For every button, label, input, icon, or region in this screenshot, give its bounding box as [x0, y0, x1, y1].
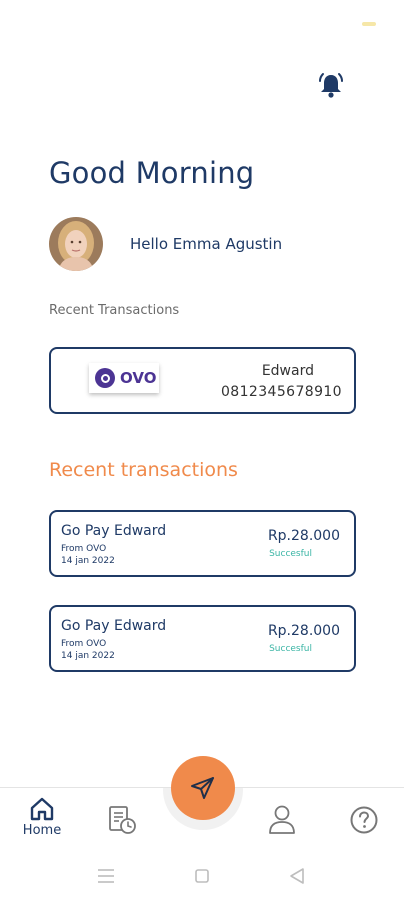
recent-transactions-title: Recent transactions [49, 459, 238, 481]
transaction-amount: Rp.28.000 [267, 623, 340, 639]
nav-help[interactable] [349, 805, 379, 839]
transaction-status: Succesful [269, 549, 312, 559]
recents-icon[interactable] [195, 869, 209, 883]
home-icon [30, 797, 54, 821]
back-icon[interactable] [290, 868, 304, 884]
transaction-amount: Rp.28.000 [267, 528, 340, 544]
send-icon [191, 777, 214, 799]
ovo-logo: OVO [89, 363, 159, 393]
nav-history[interactable] [106, 804, 138, 840]
transaction-card[interactable]: Go Pay Edward From OVO 14 jan 2022 Rp.28… [49, 605, 356, 672]
status-indicator [362, 22, 376, 26]
receipt-clock-icon [109, 806, 136, 834]
help-icon [350, 806, 378, 834]
recent-transactions-label: Recent Transactions [49, 303, 180, 318]
greeting-title: Good Morning [49, 156, 255, 190]
menu-icon[interactable] [98, 869, 114, 883]
transaction-status: Succesful [269, 644, 312, 654]
user-greeting: Hello Emma Agustin [130, 235, 283, 253]
recent-wallet-card[interactable]: OVO Edward 0812345678910 [49, 347, 356, 414]
ovo-logo-text: OVO [120, 369, 157, 387]
nav-profile[interactable] [267, 803, 297, 839]
recipient-phone: 0812345678910 [221, 384, 342, 400]
transaction-title: Go Pay Edward [61, 523, 167, 539]
transaction-date: 14 jan 2022 [61, 651, 115, 661]
user-icon [269, 805, 295, 834]
send-button[interactable] [171, 756, 235, 820]
nav-home[interactable]: Home [22, 796, 62, 838]
transaction-source: From OVO [61, 544, 107, 554]
system-navigation-bar [0, 855, 404, 900]
transaction-date: 14 jan 2022 [61, 556, 115, 566]
transaction-source: From OVO [61, 639, 107, 649]
recipient-name: Edward [261, 363, 314, 379]
transaction-title: Go Pay Edward [61, 618, 167, 634]
bell-icon[interactable] [316, 70, 346, 100]
transaction-card[interactable]: Go Pay Edward From OVO 14 jan 2022 Rp.28… [49, 510, 356, 577]
nav-home-label: Home [22, 823, 62, 838]
avatar[interactable] [49, 217, 103, 271]
